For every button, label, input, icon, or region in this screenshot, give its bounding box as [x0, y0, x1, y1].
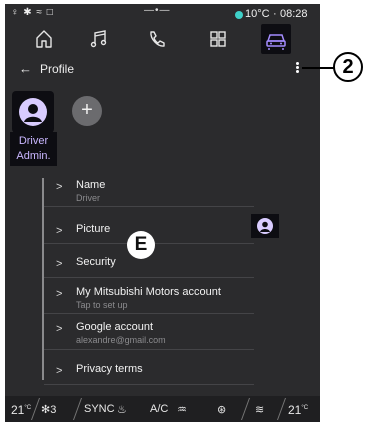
steering-wheel-heater-icon[interactable]: ⊛ [217, 403, 226, 416]
driver-temperature[interactable]: 21°C [11, 403, 31, 417]
phone-icon[interactable] [144, 26, 170, 52]
page-header: ← Profile [5, 56, 320, 80]
top-navigation [5, 24, 320, 54]
seat-heater-icon[interactable]: ♨ [117, 403, 127, 416]
profile-name-label: Driver Admin. [10, 132, 57, 166]
list-divider [44, 313, 254, 314]
profile-role: Admin. [16, 150, 51, 162]
rear-defrost-icon[interactable]: ♒ [177, 403, 187, 416]
infotainment-screen: ♀ ✱ ≈ □ —•— 10°C · 08:28 ← Profile + Dri… [5, 4, 320, 422]
list-item-title: Picture [76, 223, 111, 235]
chevron-right-icon: > [56, 288, 63, 300]
front-defrost-icon[interactable]: ≋ [255, 403, 264, 416]
driver-avatar[interactable] [12, 91, 54, 133]
vehicle-icon[interactable] [261, 24, 291, 54]
profile-name: Driver [18, 135, 49, 147]
divider [30, 398, 41, 420]
chevron-right-icon: > [56, 323, 63, 335]
divider [72, 398, 83, 420]
outside-temp-dot-icon [235, 11, 243, 19]
fan-level: 3 [50, 404, 57, 416]
callout-marker-e: E [127, 231, 155, 259]
list-item-mitsubishi-account[interactable]: > My Mitsubishi Motors account Tap to se… [44, 286, 252, 324]
list-divider [44, 384, 254, 385]
list-item-google-account[interactable]: > Google account alexandre@gmail.com [44, 321, 252, 359]
climate-control-bar: 21°C ✻3 SYNC ♨ A/C ♒ ⊛ ≋ 21°C [5, 396, 320, 422]
status-icons: ♀ ✱ ≈ □ [11, 7, 54, 18]
chevron-right-icon: > [56, 181, 63, 193]
list-item-subtitle: Driver [76, 193, 100, 203]
page-indicator: —•— [144, 5, 171, 16]
list-divider [44, 277, 254, 278]
page-title: Profile [40, 62, 75, 76]
divider [240, 398, 251, 420]
chevron-right-icon: > [56, 225, 63, 237]
sync-button[interactable]: SYNC [84, 403, 115, 415]
list-item-title: My Mitsubishi Motors account [76, 286, 221, 298]
list-divider [44, 206, 254, 207]
home-icon[interactable] [31, 26, 57, 52]
chevron-right-icon: > [56, 365, 63, 377]
add-profile-button[interactable]: + [72, 96, 102, 126]
chevron-right-icon: > [56, 258, 63, 270]
callout-marker-2: 2 [333, 52, 363, 82]
passenger-temperature[interactable]: 21°C [288, 403, 308, 417]
more-options-icon[interactable] [294, 61, 300, 77]
profile-picture-thumbnail[interactable] [251, 214, 279, 238]
list-divider [44, 349, 254, 350]
apps-icon[interactable] [205, 26, 231, 52]
list-item-title: Google account [76, 321, 154, 333]
outside-temperature: 10°C [245, 8, 270, 20]
status-bar: ♀ ✱ ≈ □ —•— 10°C · 08:28 [5, 4, 320, 24]
music-icon[interactable] [86, 26, 112, 52]
divider [276, 398, 287, 420]
list-item-name[interactable]: > Name Driver [44, 179, 252, 217]
list-item-title: Name [76, 179, 106, 191]
list-item-subtitle: alexandre@gmail.com [76, 335, 166, 345]
status-separator: · [273, 8, 277, 20]
fan-speed-control[interactable]: ✻3 [41, 403, 56, 416]
list-item-title: Privacy terms [76, 363, 143, 375]
callout-leader-line [302, 67, 334, 69]
back-button[interactable]: ← [19, 61, 32, 76]
list-item-title: Security [76, 256, 116, 268]
ac-button[interactable]: A/C [150, 403, 168, 415]
list-item-subtitle: Tap to set up [76, 300, 128, 310]
clock: 08:28 [280, 8, 308, 20]
